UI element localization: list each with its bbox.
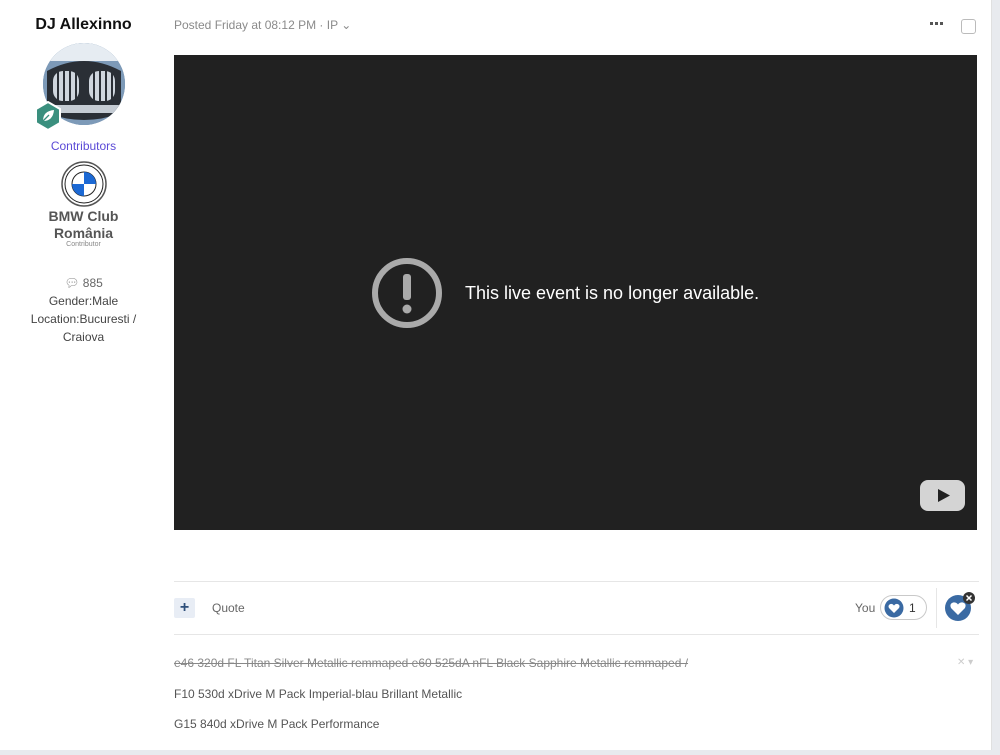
author-location-2: Craiova: [62, 330, 105, 344]
reaction-count: 1: [909, 600, 916, 615]
alert-icon: [372, 258, 442, 328]
signature-line-2: F10 530d xDrive M Pack Imperial-blau Bri…: [174, 687, 463, 701]
post-count: 💬︎ 885: [64, 276, 103, 290]
heart-reaction-icon: [884, 598, 904, 617]
multiquote-button[interactable]: +: [174, 598, 195, 618]
author-panel: DJ Allexinno Contributors BMW Club Român…: [0, 0, 167, 346]
post-meta[interactable]: Posted Friday at 08:12 PM · IP ⌄: [174, 18, 351, 32]
react-button[interactable]: [944, 592, 976, 622]
select-post-checkbox[interactable]: [961, 19, 976, 34]
video-embed[interactable]: This live event is no longer available.: [174, 55, 977, 530]
forum-post: DJ Allexinno Contributors BMW Club Român…: [0, 0, 992, 750]
signature-line-3: G15 840d xDrive M Pack Performance: [174, 717, 380, 731]
more-options-icon[interactable]: [929, 17, 945, 31]
video-error: This live event is no longer available.: [371, 257, 759, 329]
author-stats: 💬︎ 885 Gender:Male Location:Bucuresti / …: [0, 274, 167, 346]
video-message: This live event is no longer available.: [465, 282, 760, 303]
club-name-line2: România: [53, 225, 114, 241]
divider-vertical: [936, 588, 937, 628]
author-location-1: Location:Bucuresti /: [30, 312, 137, 326]
avatar-wrap: [34, 43, 125, 132]
close-signature-icon[interactable]: ✕ ▾: [957, 657, 973, 668]
reaction-count-pill[interactable]: 1: [880, 595, 927, 620]
quote-button[interactable]: Quote: [212, 601, 245, 615]
club-subtitle: Contributor: [66, 241, 101, 248]
author-gender: Gender:Male: [48, 294, 119, 308]
divider: [174, 634, 979, 635]
bmw-logo-icon: [60, 161, 107, 207]
youtube-logo-icon[interactable]: [920, 480, 965, 511]
leaf-badge-icon: [33, 100, 63, 132]
comment-icon: 💬︎: [64, 276, 80, 290]
club-name-line1: BMW Club: [48, 208, 119, 224]
signature-line-1: e46 320d FL Titan Silver Metallic remmap…: [174, 656, 689, 670]
author-name[interactable]: DJ Allexinno: [0, 16, 167, 34]
reactors-label[interactable]: You: [855, 601, 875, 615]
divider: [174, 581, 979, 582]
author-group[interactable]: Contributors: [0, 139, 167, 153]
